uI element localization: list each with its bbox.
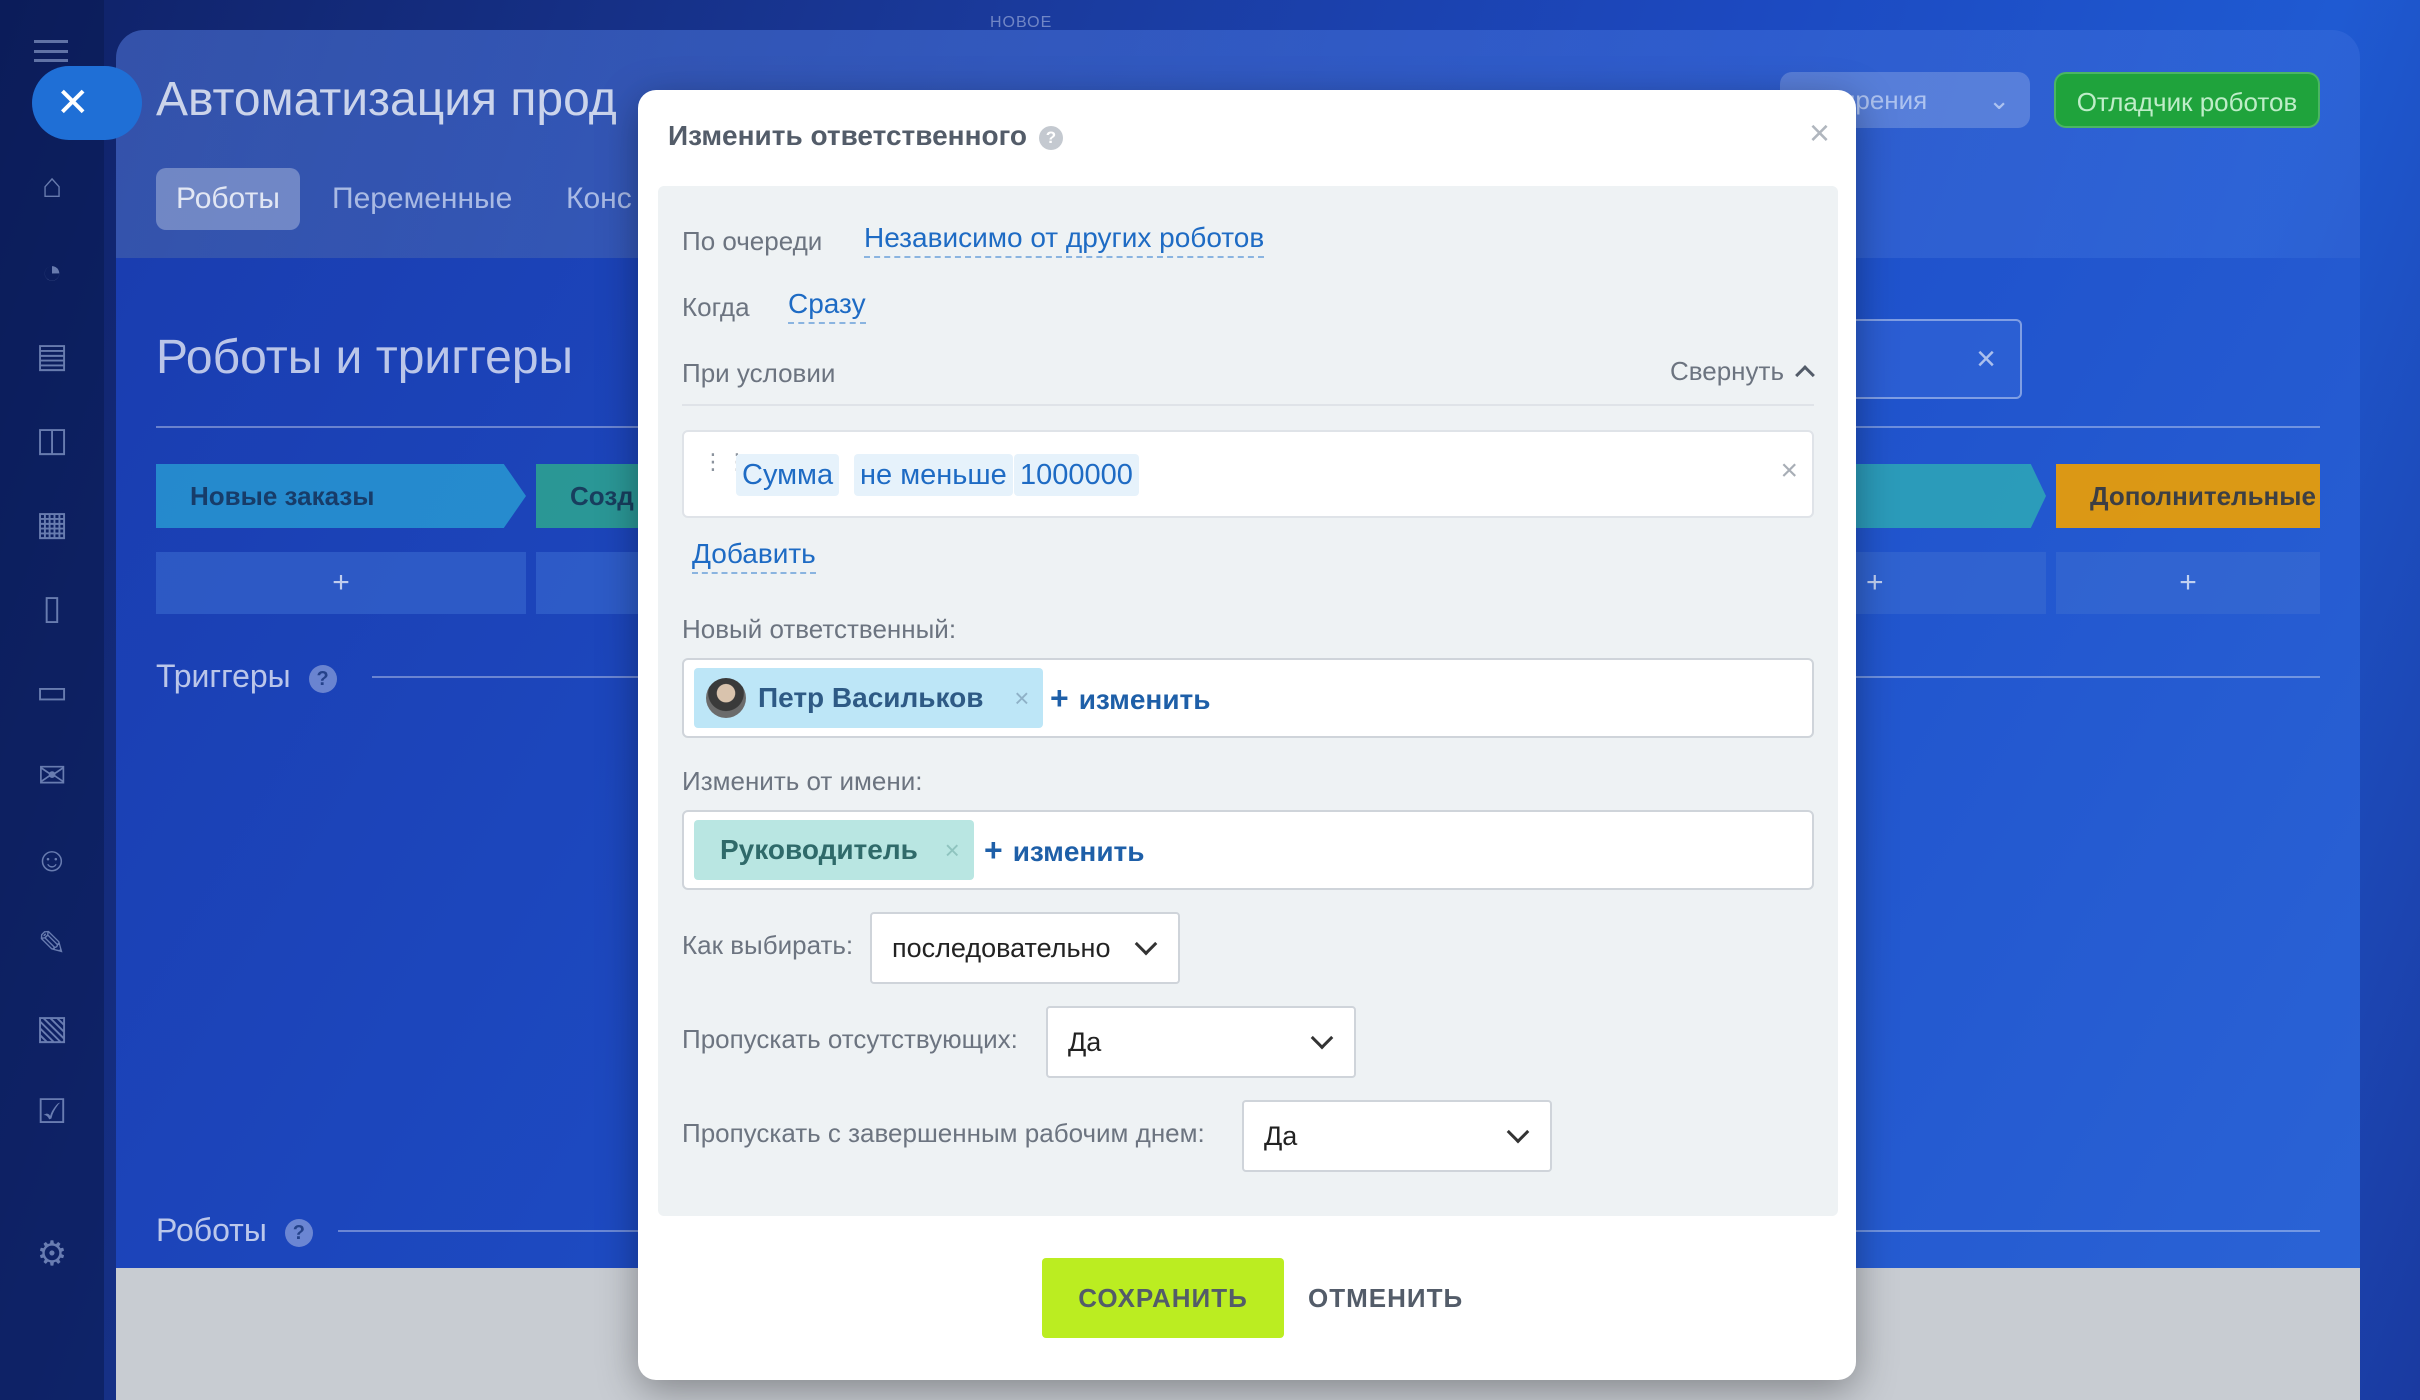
tab-constants[interactable]: Конс <box>546 168 652 230</box>
stage-unnamed[interactable] <box>1856 464 2046 528</box>
skip-finished-label: Пропускать с завершенным рабочим днем: <box>682 1118 1205 1148</box>
section-title: Роботы и триггеры <box>156 331 574 384</box>
chevron-down-icon <box>1310 1026 1334 1050</box>
change-from-label: Изменить от имени: <box>682 766 923 796</box>
condition-value[interactable]: 1000000 <box>1014 454 1139 496</box>
help-icon[interactable]: ? <box>1039 125 1063 150</box>
edit-icon[interactable]: ✎ <box>30 922 74 966</box>
triggers-title: Триггеры? <box>156 658 337 695</box>
cancel-button[interactable]: ОТМЕНИТЬ <box>1308 1258 1463 1338</box>
add-robot-button[interactable]: + <box>1856 552 2046 614</box>
change-user-link[interactable]: + изменить <box>1050 668 1210 730</box>
condition-operator[interactable]: не меньше <box>854 454 1013 496</box>
settings-icon[interactable]: ⚙ <box>30 1232 74 1276</box>
skip-absent-label: Пропускать отсутствующих: <box>682 1024 1018 1054</box>
chevron-down-icon <box>1506 1120 1530 1144</box>
tab-robots[interactable]: Роботы <box>156 168 300 230</box>
queue-label: По очереди <box>682 226 823 256</box>
remove-condition-icon[interactable]: × <box>1780 454 1798 488</box>
change-role-link[interactable]: + изменить <box>984 820 1144 882</box>
when-label: Когда <box>682 292 750 322</box>
robots-title: Роботы? <box>156 1212 313 1249</box>
user-chip: Петр Васильков × <box>694 668 1044 728</box>
condition-field[interactable]: Сумма <box>736 454 840 496</box>
home-icon[interactable]: ⌂ <box>30 164 74 208</box>
new-responsible-label: Новый ответственный: <box>682 614 957 644</box>
skip-finished-select[interactable]: Да <box>1242 1100 1552 1172</box>
docs-icon[interactable]: ▯ <box>30 586 74 630</box>
close-slider-button[interactable]: ✕ <box>32 66 142 140</box>
remove-role-icon[interactable]: × <box>945 820 960 880</box>
chevron-down-icon <box>1134 932 1158 956</box>
queue-link[interactable]: Независимо от других роботов <box>864 222 1265 258</box>
page-title: Автоматизация прод <box>156 73 617 126</box>
chevron-down-icon: ⌄ <box>1988 85 2010 115</box>
new-responsible-field[interactable]: Петр Васильков × + изменить <box>682 658 1814 738</box>
change-responsible-dialog: Изменить ответственного? × По очереди Не… <box>638 90 1856 1380</box>
crm-icon[interactable]: ▭ <box>30 670 74 714</box>
skip-absent-select[interactable]: Да <box>1046 1006 1356 1078</box>
how-to-choose-label: Как выбирать: <box>682 930 854 960</box>
mail-icon[interactable]: ✉ <box>30 754 74 798</box>
feed-icon[interactable]: ◔ <box>30 250 74 294</box>
add-condition-link[interactable]: Добавить <box>692 538 816 574</box>
forms-icon[interactable]: ▧ <box>30 1006 74 1050</box>
tab-variables[interactable]: Переменные <box>312 168 532 230</box>
check-icon[interactable]: ☑ <box>30 1090 74 1134</box>
contacts-icon[interactable]: ☺ <box>30 838 74 882</box>
change-from-field[interactable]: Руководитель × + изменить <box>682 810 1814 890</box>
close-icon[interactable]: × <box>1809 112 1830 154</box>
chevron-up-icon <box>1795 365 1815 385</box>
left-sidebar: ⌂ ◔ ▤ ◫ ▦ ▯ ▭ ✉ ☺ ✎ ▧ ☑ ⚙ <box>0 0 104 1400</box>
help-icon[interactable]: ? <box>284 1218 313 1247</box>
condition-row: ⋮⋮ Сумма не меньше 1000000 × <box>682 430 1814 518</box>
stage-additional[interactable]: Дополнительные <box>2056 464 2320 528</box>
menu-icon[interactable] <box>34 40 68 62</box>
calendar-icon[interactable]: ▦ <box>30 502 74 546</box>
save-button[interactable]: СОХРАНИТЬ <box>1042 1258 1284 1338</box>
when-link[interactable]: Сразу <box>788 288 866 324</box>
collapse-toggle[interactable]: Свернуть <box>1670 356 1815 387</box>
stage-new-orders[interactable]: Новые заказы <box>156 464 526 528</box>
condition-label: При условии <box>682 358 836 388</box>
avatar <box>706 678 746 718</box>
robot-debugger-button[interactable]: Отладчик роботов <box>2054 72 2320 128</box>
remove-user-icon[interactable]: × <box>1014 668 1029 728</box>
add-robot-button[interactable]: + <box>2056 552 2320 614</box>
dialog-body: По очереди Независимо от других роботов … <box>658 186 1838 1216</box>
tasks-icon[interactable]: ▤ <box>30 334 74 378</box>
dialog-title: Изменить ответственного? <box>668 120 1063 152</box>
role-chip: Руководитель × <box>694 820 974 880</box>
drag-handle-icon[interactable]: ⋮⋮ <box>702 451 748 492</box>
chat-icon[interactable]: ◫ <box>30 418 74 462</box>
help-icon[interactable]: ? <box>308 664 337 693</box>
how-to-choose-select[interactable]: последовательно <box>870 912 1180 984</box>
add-robot-button[interactable]: + <box>156 552 526 614</box>
